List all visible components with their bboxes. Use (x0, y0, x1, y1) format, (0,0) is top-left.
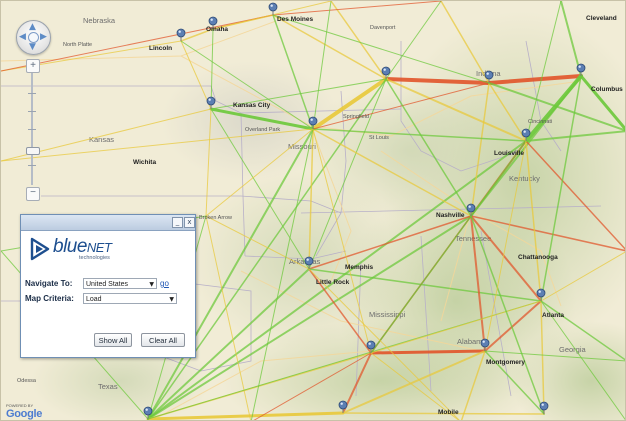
city-label-omaha: Omaha (206, 26, 228, 33)
zoom-slider-handle[interactable] (26, 147, 40, 155)
city-label-st-louis: St Louis (369, 135, 389, 141)
panel-titlebar[interactable]: _ x (21, 215, 195, 231)
city-label-chattanooga: Chattanooga (518, 254, 558, 261)
zoom-tick (28, 165, 36, 166)
pan-right-icon[interactable]: ▶ (40, 33, 47, 42)
city-label-louisville: Louisville (494, 150, 524, 157)
logo-subtitle: technologies (79, 255, 110, 261)
state-label-texas: Texas (98, 382, 118, 391)
pan-center-icon[interactable] (28, 32, 39, 43)
bluenet-play-icon (30, 237, 50, 261)
chevron-down-icon: ▼ (149, 281, 154, 288)
state-label-mississippi: Mississippi (369, 310, 406, 319)
zoom-in-button[interactable]: + (26, 59, 40, 73)
city-label-davenport: Davenport (370, 25, 396, 31)
zoom-tick (28, 111, 36, 112)
zoom-tick (28, 129, 36, 130)
city-label-atlanta: Atlanta (542, 312, 564, 319)
zoom-tick (28, 93, 36, 94)
city-label-cincinnati: Cincinnati (528, 119, 552, 125)
city-label-montgomery: Montgomery (486, 359, 525, 366)
zoom-out-button[interactable]: − (26, 187, 40, 201)
city-label-broken-arrow: Broken Arrow (199, 215, 232, 221)
go-link[interactable]: go (160, 279, 169, 288)
chevron-down-icon: ▼ (169, 296, 174, 303)
map-canvas[interactable]: Nebraska Kansas Missouri Indiana Kentuck… (1, 1, 626, 421)
show-all-button[interactable]: Show All (94, 333, 132, 347)
map-criteria-label: Map Criteria: (25, 294, 74, 303)
panel-minimize-button[interactable]: _ (172, 217, 183, 228)
city-label-little-rock: Little Rock (316, 279, 350, 286)
clear-all-button[interactable]: Clear All (141, 333, 185, 347)
city-label-overland-park: Overland Park (245, 127, 280, 133)
pan-left-icon[interactable]: ◀ (19, 33, 26, 42)
transmission-line[interactable] (369, 349, 487, 355)
navigate-to-select[interactable]: United States ▼ (83, 278, 157, 289)
city-label-nashville: Nashville (436, 212, 465, 219)
city-label-mobile: Mobile (438, 409, 459, 416)
pan-up-icon[interactable]: ▲ (29, 23, 36, 32)
city-label-springfield: Springfield (343, 114, 369, 120)
city-label-odessa: Odessa (17, 378, 37, 384)
city-label-wichita: Wichita (133, 159, 156, 166)
city-label-des-moines: Des Moines (277, 16, 314, 23)
panel-close-button[interactable]: x (184, 217, 195, 228)
map-viewport[interactable]: Nebraska Kansas Missouri Indiana Kentuck… (0, 0, 626, 421)
bluenet-logo: blueNET technologies (29, 235, 149, 265)
city-label-cleveland: Cleveland (586, 15, 617, 22)
city-label-north-platte: North Platte (63, 42, 92, 48)
pan-control[interactable]: ▲ ▼ ◀ ▶ (16, 20, 51, 55)
state-label-kentucky: Kentucky (509, 174, 540, 183)
google-logo[interactable]: Google (6, 408, 42, 420)
city-label-lincoln: Lincoln (149, 45, 172, 52)
city-label-memphis: Memphis (345, 264, 374, 271)
navigate-to-label: Navigate To: (25, 279, 73, 288)
city-label-columbus: Columbus (591, 86, 623, 93)
pan-down-icon[interactable]: ▼ (29, 43, 36, 52)
map-criteria-select[interactable]: Load ▼ (83, 293, 177, 304)
city-label-kansas-city: Kansas City (233, 102, 271, 109)
state-label-nebraska: Nebraska (83, 16, 116, 25)
bluenet-control-panel: _ x blueNET technologies Navigate To: Un… (20, 214, 196, 358)
